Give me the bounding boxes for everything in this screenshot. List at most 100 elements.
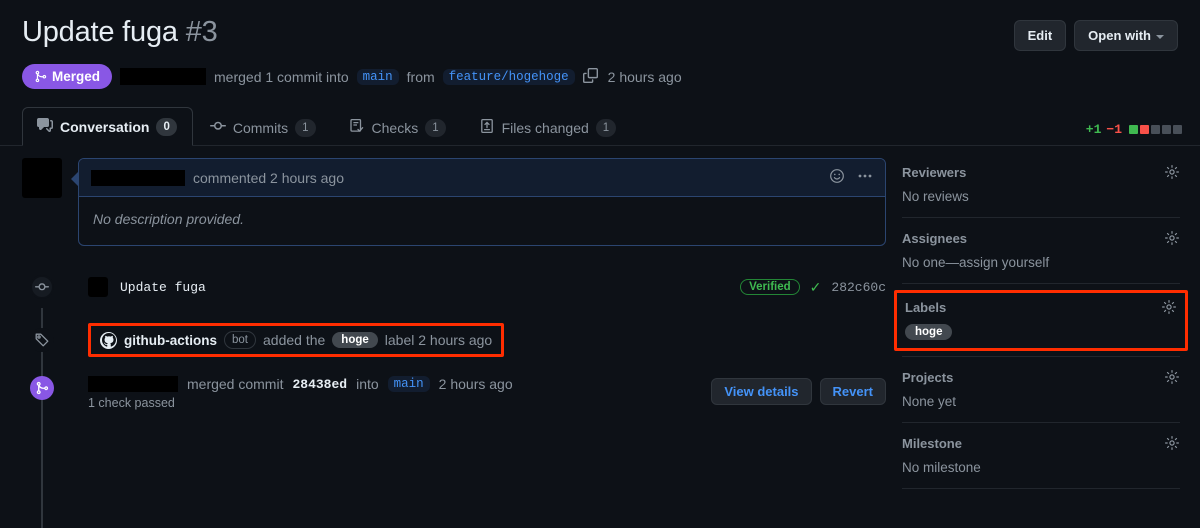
- milestone-header: Milestone: [902, 435, 1180, 451]
- gear-icon[interactable]: [1161, 299, 1177, 315]
- merge-event-text: merged commit: [187, 376, 284, 392]
- diff-additions: +1: [1085, 122, 1102, 137]
- tab-conversation-label: Conversation: [60, 118, 150, 135]
- from-text: from: [406, 68, 435, 85]
- commit-message[interactable]: Update fuga: [120, 280, 206, 295]
- status-badge-label: Merged: [52, 69, 101, 84]
- assignees-title: Assignees: [902, 230, 968, 246]
- merge-icon: [35, 70, 47, 83]
- copy-icon[interactable]: [582, 67, 598, 86]
- reviewers-value: No reviews: [902, 189, 969, 204]
- header-actions: Edit Open with: [1013, 14, 1178, 51]
- timeline-commit-row: Update fuga Verified ✓ 282c60c: [22, 272, 886, 302]
- sidebar-section-assignees: Assignees No one—assign yourself: [902, 218, 1180, 284]
- commit-icon: [209, 118, 226, 137]
- tab-files-changed[interactable]: Files changed 1: [464, 108, 633, 146]
- merge-commit-sha[interactable]: 28438ed: [292, 377, 347, 392]
- open-with-label: Open with: [1088, 28, 1151, 43]
- commit-author-avatar: [88, 277, 108, 297]
- reviewers-title: Reviewers: [902, 164, 967, 180]
- tab-list: Conversation 0 Commits 1 Checks 1 Files …: [0, 106, 1200, 146]
- pr-number: #3: [185, 16, 218, 48]
- gear-icon[interactable]: [1164, 435, 1180, 451]
- labels-header: Labels: [905, 299, 1177, 315]
- gear-icon[interactable]: [1164, 369, 1180, 385]
- tab-commits[interactable]: Commits 1: [195, 108, 332, 146]
- diff-deletions: −1: [1106, 122, 1122, 137]
- timeline-label-row: github-actions bot added the hoge label …: [22, 320, 886, 360]
- assignees-value[interactable]: No one—assign yourself: [902, 255, 1180, 270]
- reviewers-header: Reviewers: [902, 164, 1180, 180]
- commit-sha[interactable]: 282c60c: [831, 280, 886, 295]
- labels-title: Labels: [905, 299, 947, 315]
- diff-stat: +1 −1: [1086, 122, 1182, 137]
- sidebar-section-projects: Projects None yet: [902, 357, 1180, 423]
- comment-body: No description provided.: [93, 211, 244, 227]
- diff-block-neutral: [1173, 125, 1182, 134]
- comment-action-text: commented 2 hours ago: [193, 169, 344, 186]
- gear-icon[interactable]: [1164, 230, 1180, 246]
- pr-header: Update fuga #3 Edit Open with Merged mer…: [0, 0, 1200, 89]
- verified-badge[interactable]: Verified: [740, 279, 800, 295]
- merged-time: 2 hours ago: [607, 68, 682, 85]
- pr-title-text: Update fuga: [22, 16, 178, 48]
- timeline-merge-row: merged commit 28438ed into main 2 hours …: [22, 376, 886, 410]
- revert-button[interactable]: Revert: [819, 378, 886, 405]
- milestone-value: No milestone: [902, 460, 981, 475]
- title-row: Update fuga #3 Edit Open with: [22, 14, 1178, 51]
- sidebar-section-milestone: Milestone No milestone: [902, 423, 1180, 489]
- labels-highlight: Labels hoge: [894, 290, 1188, 351]
- check-success-icon[interactable]: ✓: [810, 279, 822, 296]
- projects-value: None yet: [902, 394, 957, 409]
- github-logo-icon: [100, 331, 117, 349]
- merge-into-text: into: [356, 376, 379, 392]
- comment-box: commented 2 hours ago No description pro…: [71, 158, 886, 246]
- merged-text: merged 1 commit into: [214, 68, 349, 85]
- label-event-actor[interactable]: github-actions: [124, 333, 217, 348]
- tab-conversation[interactable]: Conversation 0: [22, 107, 193, 146]
- sidebar-section-reviewers: Reviewers No reviews: [902, 164, 1180, 218]
- commit-meta: Verified ✓ 282c60c: [740, 279, 886, 296]
- projects-header: Projects: [902, 369, 1180, 385]
- emoji-reaction-icon[interactable]: [829, 168, 845, 187]
- commit-node-icon: [30, 275, 54, 299]
- assignees-header: Assignees: [902, 230, 1180, 246]
- comment-header: commented 2 hours ago: [79, 159, 885, 197]
- pull-request-page: Update fuga #3 Edit Open with Merged mer…: [0, 0, 1200, 528]
- head-branch-chip[interactable]: feature/hogehoge: [442, 68, 575, 85]
- comment-thread: commented 2 hours ago No description pro…: [22, 158, 886, 246]
- milestone-title: Milestone: [902, 435, 962, 451]
- label-event-added-text: added the: [263, 332, 326, 348]
- redacted-author-name: [120, 68, 207, 85]
- checks-passed-note: 1 check passed: [88, 396, 175, 410]
- base-branch-chip[interactable]: main: [356, 68, 399, 85]
- open-with-button[interactable]: Open with: [1074, 20, 1178, 51]
- kebab-menu-icon[interactable]: [857, 168, 873, 187]
- diff-block-added: [1129, 125, 1138, 134]
- edit-button[interactable]: Edit: [1013, 20, 1067, 51]
- pr-status-line: Merged merged 1 commit into main from fe…: [22, 64, 1178, 89]
- merge-event-main: merged commit 28438ed into main 2 hours …: [88, 376, 513, 392]
- tab-commits-count: 1: [295, 118, 316, 137]
- diff-block-neutral: [1151, 125, 1160, 134]
- tab-conversation-count: 0: [156, 117, 177, 136]
- label-event-highlight: github-actions bot added the hoge label …: [88, 323, 505, 357]
- checklist-icon: [349, 118, 365, 137]
- redacted-merger-name: [88, 376, 178, 392]
- gear-icon[interactable]: [1164, 164, 1180, 180]
- sidebar-section-labels: Labels hoge: [894, 284, 1188, 357]
- label-pill[interactable]: hoge: [332, 332, 378, 348]
- tab-commits-label: Commits: [232, 119, 289, 136]
- view-details-button[interactable]: View details: [711, 378, 812, 405]
- comment-icon: [37, 117, 53, 136]
- status-badge: Merged: [22, 64, 113, 89]
- tab-checks[interactable]: Checks 1: [334, 108, 462, 146]
- tab-checks-count: 1: [425, 118, 446, 137]
- merge-row-buttons: View details Revert: [711, 376, 886, 405]
- merge-target-branch-chip[interactable]: main: [387, 376, 430, 392]
- diff-block-neutral: [1162, 125, 1171, 134]
- tab-files-changed-label: Files changed: [501, 119, 589, 136]
- tab-bar: Conversation 0 Commits 1 Checks 1 Files …: [0, 106, 1200, 146]
- sidebar-label-pill[interactable]: hoge: [905, 324, 953, 340]
- merge-event-text-wrap: merged commit 28438ed into main 2 hours …: [88, 376, 513, 410]
